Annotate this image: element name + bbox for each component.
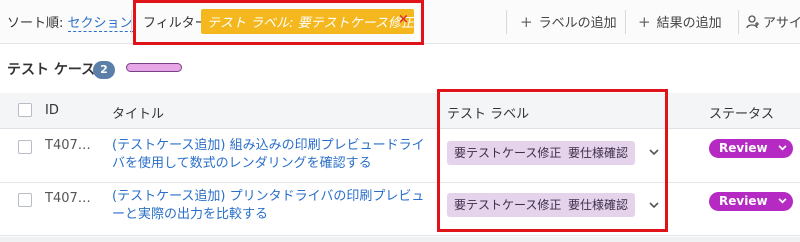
chevron-down-icon (778, 145, 787, 151)
add-label-text: ラベルの追加 (538, 16, 617, 31)
label-tag[interactable]: 要仕様確認 (561, 193, 636, 217)
test-case-id[interactable]: T407… (45, 191, 91, 206)
plus-icon: + (638, 13, 651, 31)
label-tag[interactable]: 要テストケース修正 (447, 141, 569, 165)
section-color-bar (126, 63, 182, 72)
chevron-down-icon (778, 198, 787, 204)
toolbar-divider (738, 10, 739, 34)
status-label: Review (719, 141, 768, 155)
add-result-button[interactable]: + 結果の追加 (638, 12, 722, 31)
bottom-divider (0, 237, 800, 242)
toolbar-divider (625, 10, 626, 34)
assign-text: アサイ (763, 16, 800, 31)
row-checkbox[interactable] (18, 193, 32, 207)
status-label: Review (719, 194, 768, 208)
section-title: テスト ケース (7, 62, 96, 78)
count-badge: 2 (93, 61, 115, 79)
label-tag[interactable]: 要仕様確認 (561, 141, 636, 165)
sort-value-link[interactable]: セクション (67, 16, 133, 32)
test-case-id[interactable]: T407… (45, 138, 91, 153)
status-dropdown[interactable]: Review (709, 139, 793, 158)
toolbar: ソート順: セクション フィルター: テスト ラベル: 要テストケース修正 × … (0, 0, 800, 44)
test-case-title-link[interactable]: (テストケース追加) プリンタドライバの印刷プレビューと実際の出力を比較する (112, 188, 432, 224)
column-header-title[interactable]: タイトル (112, 103, 164, 122)
table-row[interactable]: T407… (テストケース追加) プリンタドライバの印刷プレビューと実際の出力を… (0, 183, 800, 236)
toolbar-divider (131, 10, 132, 34)
column-header-status[interactable]: ステータス (709, 103, 774, 122)
row-checkbox[interactable] (18, 140, 32, 154)
filter-chip[interactable]: テスト ラベル: 要テストケース修正 × (201, 9, 414, 34)
filter-chip-label: テスト ラベル: 要テストケース修正 (207, 16, 414, 31)
test-case-title-link[interactable]: (テストケース追加) 組み込みの印刷プレビュードライバを使用して数式のレンダリン… (112, 137, 432, 173)
add-label-button[interactable]: + ラベルの追加 (520, 12, 617, 31)
assign-button[interactable]: アサイ (746, 12, 800, 31)
assign-user-icon (746, 15, 759, 29)
select-all-checkbox[interactable] (18, 103, 32, 117)
sort-control[interactable]: ソート順: セクション (7, 12, 133, 32)
toolbar-divider (506, 10, 507, 34)
column-header-labels[interactable]: テスト ラベル (447, 103, 529, 122)
sort-label: ソート順: (7, 16, 64, 31)
table-row[interactable]: T407… (テストケース追加) 組み込みの印刷プレビュードライバを使用して数式… (0, 130, 800, 183)
plus-icon: + (520, 13, 533, 31)
label-tag[interactable]: 要テストケース修正 (447, 193, 569, 217)
column-header-id[interactable]: ID (45, 103, 59, 118)
close-icon[interactable]: × (398, 12, 409, 27)
add-result-text: 結果の追加 (656, 16, 722, 31)
chevron-down-icon[interactable] (649, 146, 659, 159)
chevron-down-icon[interactable] (649, 199, 659, 212)
table-header: ID タイトル テスト ラベル ステータス (0, 93, 800, 129)
status-dropdown[interactable]: Review (709, 192, 793, 211)
